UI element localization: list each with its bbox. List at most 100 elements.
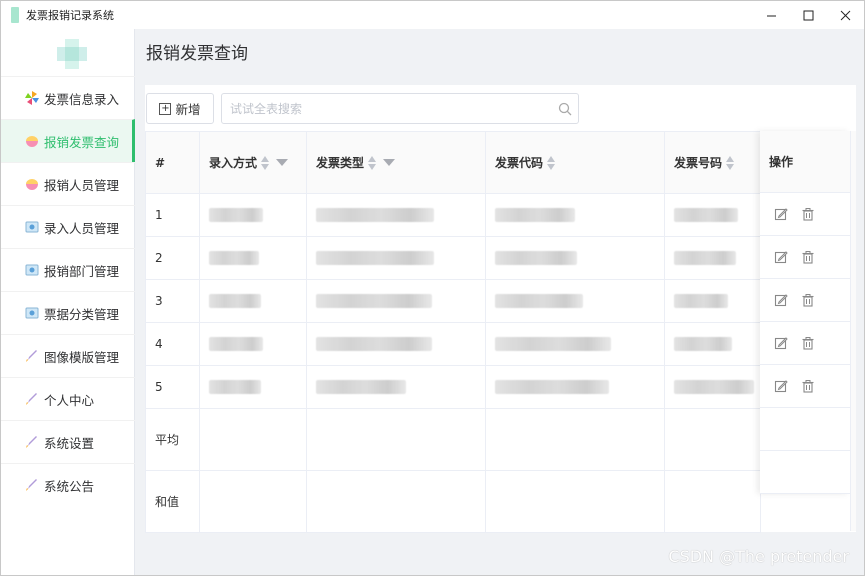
sidebar-item-template-mgmt[interactable]: 图像模版管理 <box>1 334 135 377</box>
bowl-icon <box>25 177 39 191</box>
logo <box>57 39 87 69</box>
sidebar-item-label: 票据分类管理 <box>44 306 120 322</box>
edit-icon[interactable] <box>774 336 788 350</box>
filter-icon[interactable] <box>276 158 289 166</box>
maximize-icon <box>803 10 814 20</box>
sidebar-item-label: 图像模版管理 <box>44 349 120 365</box>
redacted-cell <box>199 279 307 323</box>
sidebar-item-label: 系统设置 <box>44 435 95 451</box>
sidebar-item-invoice-query[interactable]: 报销发票查询 <box>1 119 135 162</box>
sidebar-item-label: 录入人员管理 <box>44 220 120 236</box>
add-button[interactable]: + 新增 <box>146 93 214 124</box>
row-index: 4 <box>145 322 200 366</box>
row-actions <box>760 322 850 365</box>
window-controls <box>753 1 864 29</box>
row-actions <box>760 365 850 408</box>
title-bar: 发票报销记录系统 <box>1 1 864 29</box>
add-button-label: 新增 <box>175 102 201 117</box>
plus-icon: + <box>159 102 172 115</box>
column-header-invoice-code[interactable]: 发票代码 <box>485 131 665 194</box>
column-header-entry-method[interactable]: 录入方式 <box>199 131 307 194</box>
operations-column: 操作 <box>760 131 850 494</box>
redacted-cell <box>199 193 307 237</box>
sidebar-item-settings[interactable]: 系统设置 <box>1 420 135 463</box>
table-row[interactable]: 3 <box>145 279 761 323</box>
edit-icon[interactable] <box>774 250 788 264</box>
close-button[interactable] <box>827 1 864 29</box>
row-index: 2 <box>145 236 200 280</box>
sidebar-item-label: 报销部门管理 <box>44 263 120 279</box>
summary-row-sum: 和值 <box>145 470 761 533</box>
search-icon[interactable] <box>558 102 572 116</box>
redacted-cell <box>199 236 307 280</box>
column-header-invoice-number[interactable]: 发票号码 <box>664 131 761 194</box>
sort-icon[interactable] <box>261 155 270 171</box>
table-row[interactable]: 1 <box>145 193 761 237</box>
minimize-icon <box>767 15 776 16</box>
edit-icon[interactable] <box>774 379 788 393</box>
row-index: 5 <box>145 365 200 409</box>
redacted-cell <box>306 279 486 323</box>
redacted-cell <box>485 236 665 280</box>
rocket-icon <box>25 349 39 363</box>
table-header-row: # 录入方式 发票类型 发票代码 发票号码 <box>145 131 761 194</box>
search-box <box>221 93 579 124</box>
summary-label: 和值 <box>145 470 200 533</box>
redacted-cell <box>664 365 761 409</box>
sidebar-item-label: 报销人员管理 <box>44 177 120 193</box>
photo-icon <box>25 263 39 277</box>
delete-icon[interactable] <box>801 207 815 221</box>
filter-icon[interactable] <box>383 158 396 166</box>
photo-icon <box>25 306 39 320</box>
delete-icon[interactable] <box>801 293 815 307</box>
row-actions <box>760 279 850 322</box>
sidebar-item-entry-staff-mgmt[interactable]: 录入人员管理 <box>1 205 135 248</box>
pinwheel-icon <box>25 91 39 105</box>
table-row[interactable]: 4 <box>145 322 761 366</box>
page-title: 报销发票查询 <box>146 44 248 64</box>
table-row[interactable]: 5 <box>145 365 761 409</box>
edit-icon[interactable] <box>774 293 788 307</box>
redacted-cell <box>199 365 307 409</box>
minimize-button[interactable] <box>753 1 790 29</box>
redacted-cell <box>199 322 307 366</box>
redacted-cell <box>306 322 486 366</box>
edit-icon[interactable] <box>774 207 788 221</box>
redacted-cell <box>306 193 486 237</box>
delete-icon[interactable] <box>801 250 815 264</box>
column-header-invoice-type[interactable]: 发票类型 <box>306 131 486 194</box>
search-input[interactable] <box>230 101 550 116</box>
rocket-icon <box>25 392 39 406</box>
sidebar-item-profile[interactable]: 个人中心 <box>1 377 135 420</box>
redacted-cell <box>306 365 486 409</box>
row-index: 3 <box>145 279 200 323</box>
sidebar-item-department-mgmt[interactable]: 报销部门管理 <box>1 248 135 291</box>
sidebar-menu: 发票信息录入 报销发票查询 报销人员管理 录入人员管理 报销部门管理 票据分类管… <box>1 76 135 506</box>
sidebar-item-invoice-entry[interactable]: 发票信息录入 <box>1 76 135 119</box>
sidebar-item-label: 个人中心 <box>44 392 95 408</box>
sort-icon[interactable] <box>726 155 735 171</box>
sidebar-item-announcements[interactable]: 系统公告 <box>1 463 135 506</box>
sort-icon[interactable] <box>368 155 377 171</box>
redacted-cell <box>485 193 665 237</box>
redacted-cell <box>664 279 761 323</box>
delete-icon[interactable] <box>801 379 815 393</box>
column-header-index: # <box>145 131 200 194</box>
delete-icon[interactable] <box>801 336 815 350</box>
main-panel: + 新增 # 录入方式 发票类型 发票代码 发票号码 <box>145 85 856 533</box>
table-scroll-edge <box>850 131 856 531</box>
sidebar: 发票信息录入 报销发票查询 报销人员管理 录入人员管理 报销部门管理 票据分类管… <box>1 29 135 575</box>
table-row[interactable]: 2 <box>145 236 761 280</box>
watermark: CSDN @The pretender <box>668 547 849 566</box>
maximize-button[interactable] <box>790 1 827 29</box>
app-icon <box>11 7 19 23</box>
toolbar: + 新增 <box>145 93 579 124</box>
window-title: 发票报销记录系统 <box>26 9 114 22</box>
sidebar-item-category-mgmt[interactable]: 票据分类管理 <box>1 291 135 334</box>
sidebar-item-reimburser-mgmt[interactable]: 报销人员管理 <box>1 162 135 205</box>
sort-icon[interactable] <box>547 155 556 171</box>
redacted-cell <box>664 193 761 237</box>
redacted-cell <box>485 279 665 323</box>
row-index: 1 <box>145 193 200 237</box>
redacted-cell <box>485 365 665 409</box>
